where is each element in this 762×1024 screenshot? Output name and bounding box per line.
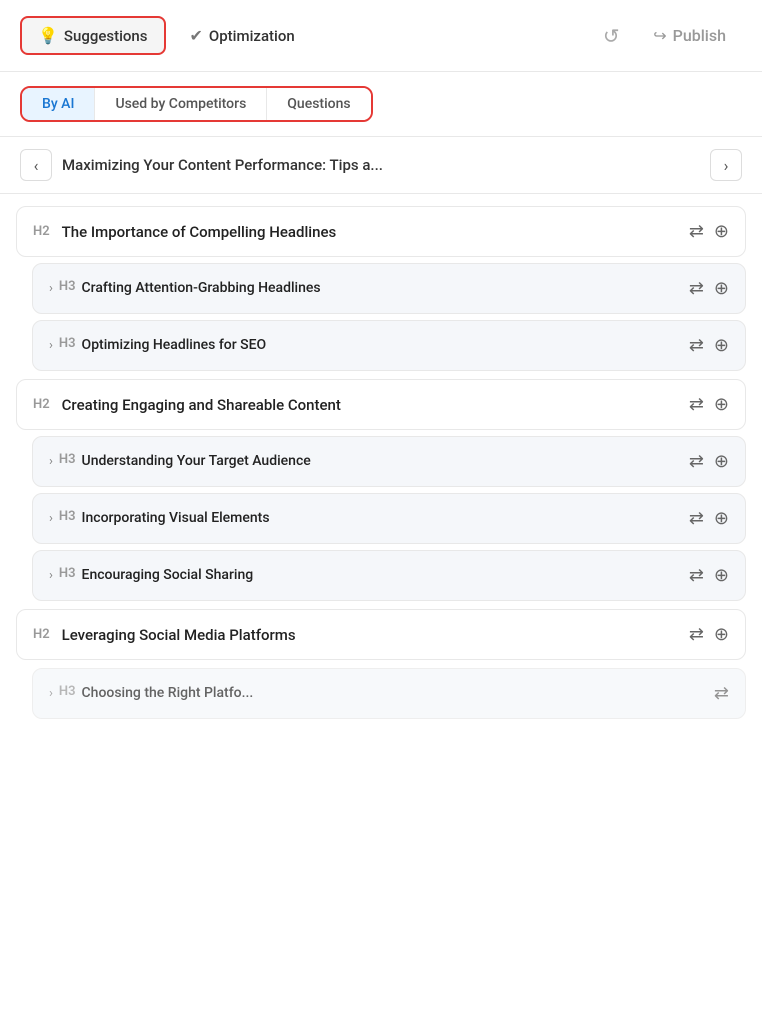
h2-label-3: H2: [33, 627, 50, 642]
h2-item-social-media: H2 Leveraging Social Media Platforms: [16, 609, 746, 660]
h3-left-social-sharing: › H3 Encouraging Social Sharing: [49, 566, 681, 586]
h3-item-partial: › H3 Choosing the Right Platfo...: [32, 668, 746, 719]
h2-actions-2: [689, 394, 729, 415]
content-title: Maximizing Your Content Performance: Tip…: [62, 156, 700, 174]
h3-item-crafting: › H3 Crafting Attention-Grabbing Headlin…: [32, 263, 746, 314]
content-navigation: ‹ Maximizing Your Content Performance: T…: [0, 137, 762, 194]
h3-text-partial: Choosing the Right Platfo...: [82, 684, 706, 704]
h2-text-2: Creating Engaging and Shareable Content: [62, 396, 681, 414]
refresh-icon-h3-target[interactable]: [689, 451, 704, 472]
add-icon-h2-1[interactable]: [714, 221, 729, 242]
chevron-right-icon-5[interactable]: ›: [49, 568, 53, 583]
publish-icon: ↪: [653, 26, 666, 45]
publish-label: Publish: [673, 26, 726, 45]
h3-left-target-audience: › H3 Understanding Your Target Audience: [49, 452, 681, 472]
h2-text-1: The Importance of Compelling Headlines: [62, 223, 681, 241]
suggestions-label: Suggestions: [64, 27, 148, 45]
bulb-icon: 💡: [38, 26, 58, 45]
h3-label-crafting: H3: [59, 279, 76, 294]
check-circle-icon: ✔: [190, 26, 203, 45]
tab-by-ai[interactable]: By AI: [22, 88, 95, 120]
h3-group-bottom: › H3 Choosing the Right Platfo...: [32, 668, 746, 719]
optimization-label: Optimization: [209, 27, 295, 45]
refresh-icon-h2-3[interactable]: [689, 624, 704, 645]
h3-left-partial: › H3 Choosing the Right Platfo...: [49, 684, 706, 704]
refresh-icon-h3-seo[interactable]: [689, 335, 704, 356]
h3-label-target-audience: H3: [59, 452, 76, 467]
add-icon-h2-3[interactable]: [714, 624, 729, 645]
h3-label-partial: H3: [59, 684, 76, 699]
add-icon-h2-2[interactable]: [714, 394, 729, 415]
publish-button[interactable]: ↪ Publish: [637, 18, 742, 53]
h3-label-social-sharing: H3: [59, 566, 76, 581]
h2-item-headlines: H2 The Importance of Compelling Headline…: [16, 206, 746, 257]
h3-item-optimizing-seo: › H3 Optimizing Headlines for SEO: [32, 320, 746, 371]
h3-left-optimizing-seo: › H3 Optimizing Headlines for SEO: [49, 336, 681, 356]
add-icon-h3-target[interactable]: [714, 451, 729, 472]
refresh-icon-h3-visual[interactable]: [689, 508, 704, 529]
tab-by-ai-label: By AI: [42, 96, 74, 112]
refresh-icon-h2-2[interactable]: [689, 394, 704, 415]
h3-text-visual-elements: Incorporating Visual Elements: [82, 509, 681, 529]
chevron-right-icon-4[interactable]: ›: [49, 511, 53, 526]
h2-text-3: Leveraging Social Media Platforms: [62, 626, 681, 644]
h3-group-2: › H3 Understanding Your Target Audience …: [32, 436, 746, 601]
top-navigation: 💡 Suggestions ✔ Optimization ↺ ↪ Publish: [0, 0, 762, 72]
section-group-2: H2 Creating Engaging and Shareable Conte…: [16, 379, 746, 601]
add-icon-h3-seo[interactable]: [714, 335, 729, 356]
h2-item-engaging: H2 Creating Engaging and Shareable Conte…: [16, 379, 746, 430]
outline-container: H2 The Importance of Compelling Headline…: [0, 194, 762, 731]
tab-used-by-competitors-label: Used by Competitors: [115, 96, 246, 112]
tab-questions-label: Questions: [287, 96, 350, 112]
chevron-right-icon-2[interactable]: ›: [49, 338, 53, 353]
h3-item-target-audience: › H3 Understanding Your Target Audience: [32, 436, 746, 487]
refresh-icon-h3-crafting[interactable]: [689, 278, 704, 299]
next-arrow-icon: ›: [724, 156, 729, 175]
tab-used-by-competitors[interactable]: Used by Competitors: [95, 88, 267, 120]
h3-text-optimizing-seo: Optimizing Headlines for SEO: [82, 336, 681, 356]
suggestions-tab[interactable]: 💡 Suggestions: [20, 16, 166, 55]
refresh-icon-h2-1[interactable]: [689, 221, 704, 242]
h3-label-visual-elements: H3: [59, 509, 76, 524]
h3-text-crafting: Crafting Attention-Grabbing Headlines: [82, 279, 681, 299]
h3-actions-partial: [714, 683, 729, 704]
h2-label-2: H2: [33, 397, 50, 412]
undo-button[interactable]: ↺: [593, 18, 629, 54]
add-icon-h3-social[interactable]: [714, 565, 729, 586]
chevron-right-icon-3[interactable]: ›: [49, 454, 53, 469]
h2-label-1: H2: [33, 224, 50, 239]
h2-actions-3: [689, 624, 729, 645]
h3-actions-crafting: [689, 278, 729, 299]
h3-label-optimizing-seo: H3: [59, 336, 76, 351]
refresh-icon-h3-social[interactable]: [689, 565, 704, 586]
h3-left-crafting: › H3 Crafting Attention-Grabbing Headlin…: [49, 279, 681, 299]
h3-item-social-sharing: › H3 Encouraging Social Sharing: [32, 550, 746, 601]
add-icon-h3-visual[interactable]: [714, 508, 729, 529]
chevron-right-icon-6[interactable]: ›: [49, 686, 53, 701]
h3-actions-optimizing-seo: [689, 335, 729, 356]
h3-actions-social-sharing: [689, 565, 729, 586]
h3-left-visual-elements: › H3 Incorporating Visual Elements: [49, 509, 681, 529]
section-group-3: H2 Leveraging Social Media Platforms: [16, 609, 746, 660]
prev-arrow-icon: ‹: [34, 156, 39, 175]
section-group-1: H2 The Importance of Compelling Headline…: [16, 206, 746, 371]
refresh-icon-h3-partial[interactable]: [714, 683, 729, 704]
optimization-tab[interactable]: ✔ Optimization: [174, 18, 311, 53]
tab-questions[interactable]: Questions: [267, 88, 370, 120]
undo-icon: ↺: [603, 24, 620, 48]
h2-actions-1: [689, 221, 729, 242]
subtabs-container: By AI Used by Competitors Questions: [0, 72, 762, 137]
h3-item-visual-elements: › H3 Incorporating Visual Elements: [32, 493, 746, 544]
h3-text-social-sharing: Encouraging Social Sharing: [82, 566, 681, 586]
subtabs-group: By AI Used by Competitors Questions: [20, 86, 373, 122]
chevron-right-icon-1[interactable]: ›: [49, 281, 53, 296]
h3-actions-target-audience: [689, 451, 729, 472]
next-arrow-button[interactable]: ›: [710, 149, 742, 181]
h3-actions-visual-elements: [689, 508, 729, 529]
prev-arrow-button[interactable]: ‹: [20, 149, 52, 181]
add-icon-h3-crafting[interactable]: [714, 278, 729, 299]
h3-group-1: › H3 Crafting Attention-Grabbing Headlin…: [32, 263, 746, 371]
h3-text-target-audience: Understanding Your Target Audience: [82, 452, 681, 472]
